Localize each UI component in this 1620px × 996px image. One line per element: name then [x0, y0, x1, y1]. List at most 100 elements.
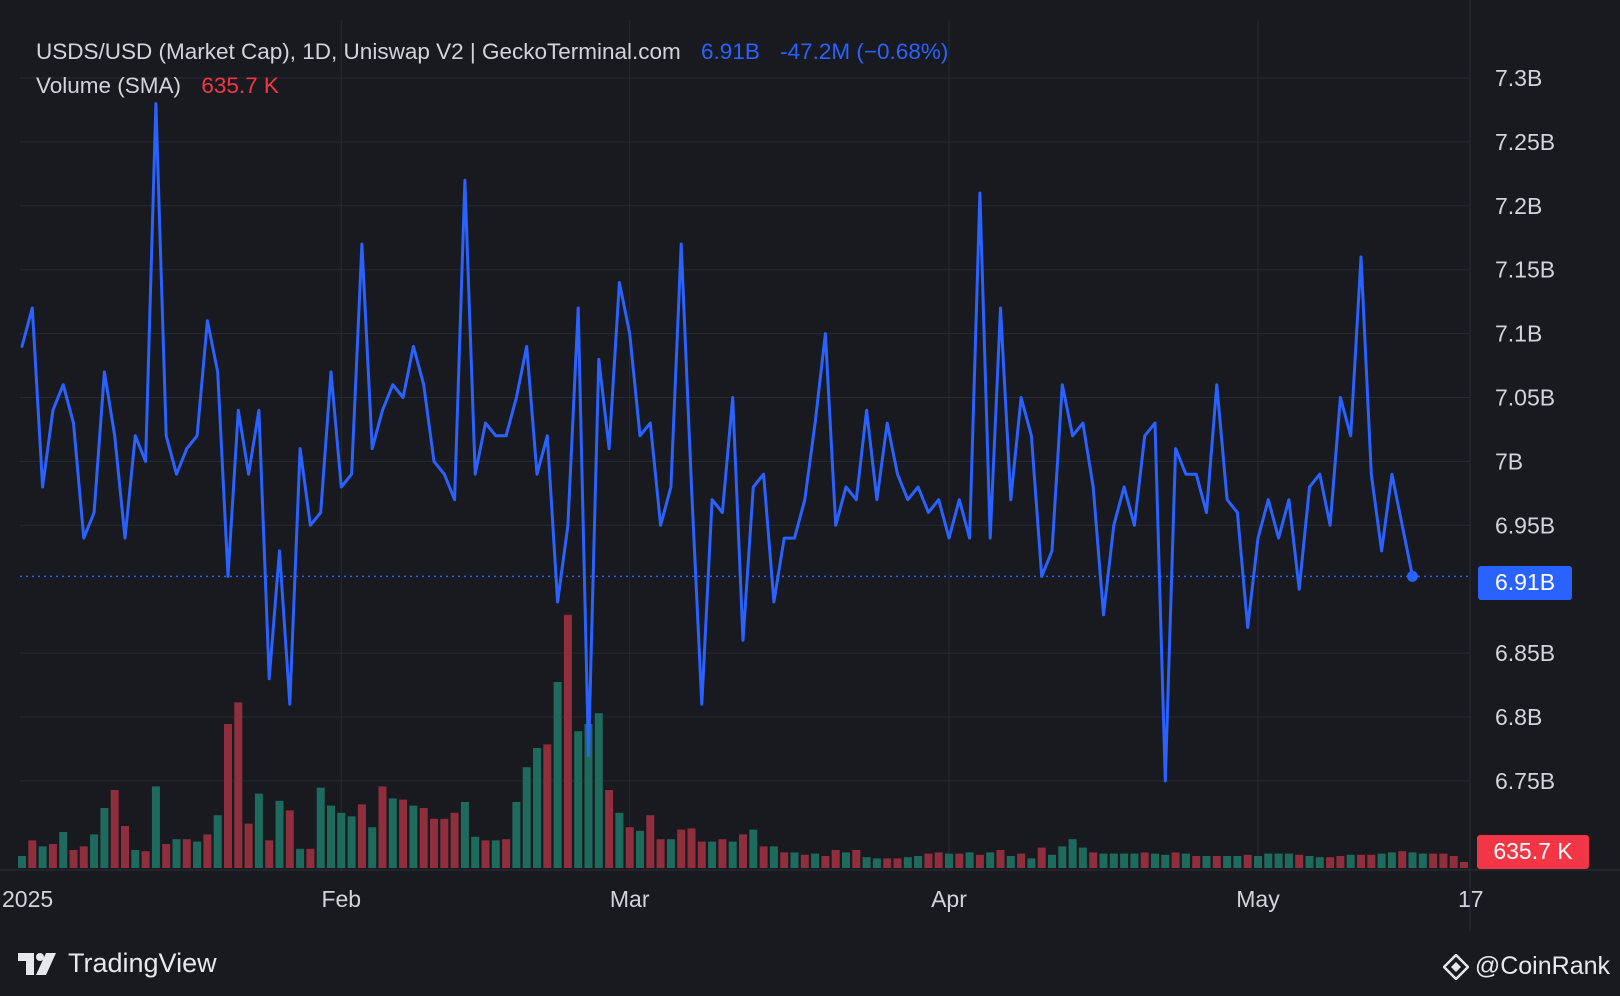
volume-bar [1439, 853, 1448, 868]
volume-bar [708, 841, 717, 868]
volume-bar [327, 805, 335, 868]
volume-bar [399, 799, 408, 868]
y-tick-label: 7.25B [1495, 129, 1555, 155]
market-cap-chart[interactable]: 7.3B 7.25B 7.2B 7.15B 7.1B 7.05B 7B 6.95B 6.85B 6… [0, 0, 1620, 930]
volume-bar [872, 858, 881, 868]
y-tick-label: 7B [1495, 448, 1523, 474]
x-tick-label: 2025 [2, 886, 53, 912]
volume-bar [1367, 854, 1376, 868]
volume-bar [100, 808, 109, 868]
volume-bar [1398, 851, 1407, 868]
time-axis[interactable]: 2025 Feb Mar Apr May 17 [2, 886, 1484, 912]
volume-bar [59, 832, 68, 868]
volume-bar [69, 850, 78, 868]
volume-badge: 635.7 K [1493, 838, 1573, 864]
volume-bar [357, 804, 366, 868]
volume-bar [986, 852, 995, 868]
volume-legend-label: Volume (SMA) [36, 73, 181, 98]
volume-bar [48, 844, 57, 868]
volume-bar [224, 724, 232, 868]
volume-bar [481, 840, 490, 868]
volume-bar [677, 829, 686, 868]
volume-bar [306, 848, 315, 868]
volume-bar [914, 856, 923, 868]
volume-bar [790, 852, 799, 868]
coinrank-watermark: @CoinRank [1442, 952, 1610, 981]
x-tick-label: Apr [931, 886, 967, 912]
tradingview-logo[interactable]: TradingView [18, 948, 217, 979]
volume-bar [821, 856, 830, 868]
volume-bar [419, 808, 428, 868]
chart-stage: 7.3B 7.25B 7.2B 7.15B 7.1B 7.05B 7B 6.95B 6.85B 6… [0, 0, 1620, 996]
y-tick-label: 7.1B [1495, 321, 1542, 347]
volume-bar [1212, 856, 1221, 868]
y-tick-label: 7.05B [1495, 385, 1555, 411]
volume-bar [1336, 856, 1345, 868]
footer-bar: TradingView @CoinRank [0, 930, 1620, 996]
volume-bar [182, 839, 191, 868]
volume-bar [1140, 852, 1149, 868]
volume-bar [512, 802, 521, 868]
volume-bar [90, 834, 99, 868]
volume-bar [1429, 853, 1438, 868]
volume-bar [151, 786, 160, 868]
volume-bar [563, 614, 572, 868]
volume-bar [687, 828, 696, 868]
volume-bar [883, 858, 892, 868]
volume-bar [1161, 854, 1170, 868]
volume-bar [769, 846, 778, 868]
volume-bar [1068, 839, 1077, 868]
volume-bar [1305, 856, 1314, 868]
volume-bar [749, 829, 758, 868]
volume-bar [522, 767, 531, 868]
volume-bar [234, 702, 243, 868]
volume-bar [502, 839, 511, 868]
x-tick-label: 17 [1458, 886, 1484, 912]
volume-bar [605, 790, 614, 868]
volume-bar [1284, 853, 1293, 868]
volume-bar [666, 839, 675, 868]
volume-bar [1202, 856, 1211, 868]
volume-bar [1295, 854, 1304, 868]
volume-bar [1233, 856, 1242, 868]
x-tick-label: Mar [610, 886, 650, 912]
volume-bar [254, 793, 263, 868]
volume-bar [18, 856, 26, 868]
volume-bar [934, 852, 943, 868]
price-axis[interactable]: 7.3B 7.25B 7.2B 7.15B 7.1B 7.05B 7B 6.95B 6.85B 6… [1495, 65, 1555, 794]
volume-bar [842, 852, 850, 868]
volume-bar [1223, 856, 1232, 868]
volume-bar [121, 826, 129, 868]
volume-bar [347, 816, 356, 868]
coinrank-diamond-icon [1442, 953, 1469, 980]
tradingview-brand: TradingView [68, 948, 217, 978]
volume-bar [471, 836, 480, 868]
volume-bar [1006, 856, 1015, 868]
coinrank-label: @CoinRank [1474, 952, 1610, 980]
volume-bar [1460, 862, 1468, 868]
volume-bar [533, 748, 541, 868]
volume-bar [440, 818, 449, 868]
volume-bar [1130, 853, 1139, 868]
volume-bar [718, 839, 727, 868]
volume-bar [409, 805, 418, 868]
volume-bar [739, 834, 747, 868]
volume-bar [316, 787, 325, 868]
volume-bar [543, 744, 552, 868]
volume-bar [1181, 853, 1190, 868]
legend-last-value: 6.91B [701, 39, 760, 64]
volume-bar [924, 853, 933, 868]
svg-text:Volume (SMA) 635.7 K: Volume (SMA) 635.7 K [36, 73, 279, 98]
volume-bar [1037, 847, 1046, 868]
volume-bar [759, 846, 768, 868]
legend-change: -47.2M (−0.68%) [780, 39, 948, 64]
volume-bar [1192, 856, 1201, 868]
market-cap-line [20, 102, 1470, 783]
volume-bar [1048, 854, 1056, 868]
y-tick-label: 7.15B [1495, 257, 1555, 283]
volume-bar [193, 841, 202, 868]
volume-bar [79, 846, 88, 868]
tradingview-icon [18, 952, 56, 975]
y-tick-label: 6.8B [1495, 704, 1542, 730]
volume-bar [203, 834, 212, 868]
